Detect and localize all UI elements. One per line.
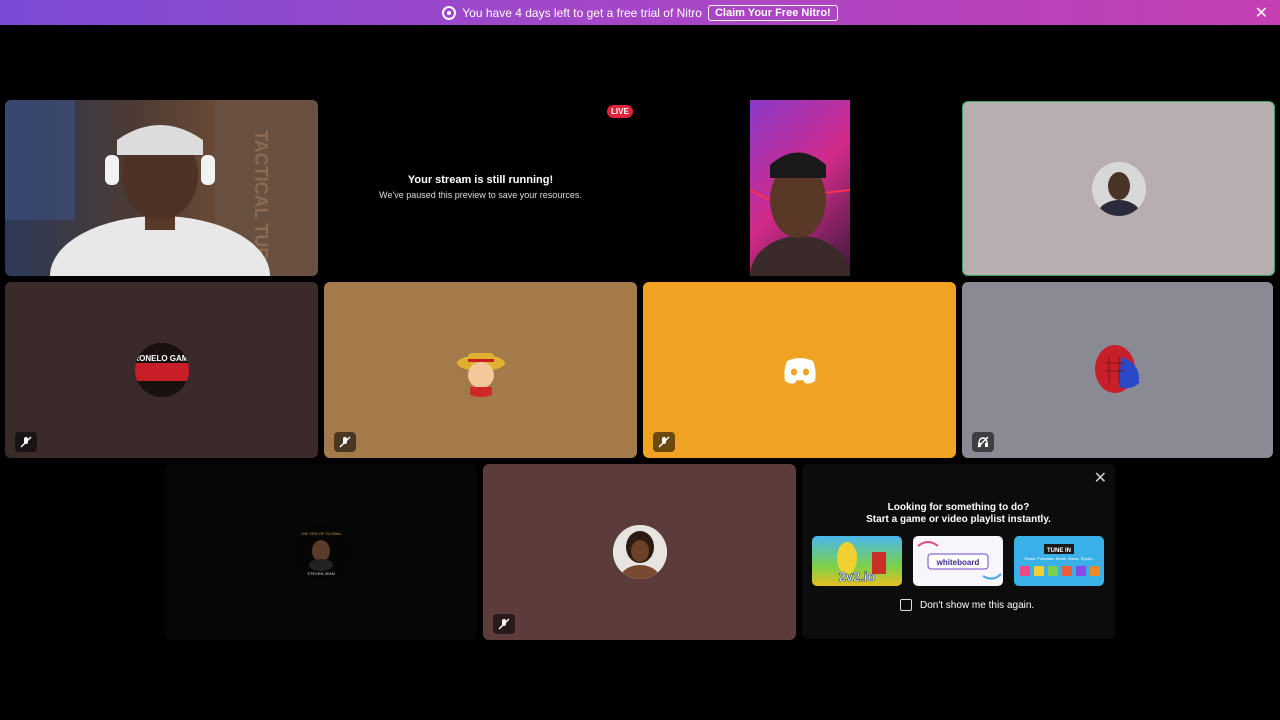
- close-icon[interactable]: ✕: [1255, 3, 1268, 23]
- avatar: [1091, 161, 1146, 216]
- activity-heading: Looking for something to do?: [887, 502, 1030, 513]
- claim-nitro-button[interactable]: Claim Your Free Nitro!: [707, 4, 838, 21]
- activity-card-tunein[interactable]: TUNE IN Radio. Podcasts. Music. News. Sp…: [1014, 536, 1104, 586]
- activity-card-whiteboard[interactable]: whiteboard: [913, 536, 1003, 586]
- participant-tile[interactable]: [324, 282, 637, 458]
- avatar: THE CEO OF GLOBAL STEVEN JEAN: [293, 525, 348, 579]
- nitro-banner: You have 4 days left to get a free trial…: [0, 0, 1280, 25]
- dont-show-again-option[interactable]: Don't show me this again.: [900, 599, 1034, 611]
- avatar: [612, 525, 667, 579]
- video-tile-webcam[interactable]: TACTICAL TURKEY: [5, 100, 318, 276]
- participant-tile[interactable]: THE CEO OF GLOBAL STEVEN JEAN: [164, 464, 477, 640]
- avatar: [1090, 343, 1145, 397]
- ceo-logo-text: THE CEO OF GLOBAL: [300, 531, 342, 536]
- activity-suggestion-panel: ✕ Looking for something to do? Start a g…: [802, 464, 1115, 639]
- activity-card-2v2[interactable]: 2v2.io: [812, 536, 902, 586]
- mic-muted-icon: [15, 432, 37, 452]
- headphones-deafened-icon: [972, 432, 994, 452]
- ceo-logo-subtext: STEVEN JEAN: [307, 571, 334, 576]
- portrait-video-feed: [750, 152, 850, 276]
- video-tile-portrait[interactable]: [750, 100, 850, 276]
- card-tunein-label: TUNE IN: [1047, 548, 1071, 554]
- stream-paused-subtitle: We've paused this preview to save your r…: [379, 190, 582, 200]
- stream-paused-title: Your stream is still running!: [407, 174, 554, 186]
- mic-muted-icon: [334, 432, 356, 452]
- nitro-icon: [442, 5, 457, 20]
- nitro-banner-text: You have 4 days left to get a free trial…: [462, 5, 702, 20]
- participant-tile[interactable]: [962, 282, 1273, 458]
- activity-subheading: Start a game or video playlist instantly…: [866, 514, 1051, 525]
- participant-tile-speaking[interactable]: [962, 101, 1275, 276]
- avatar: RONELO GAMI: [134, 343, 189, 397]
- participant-tile[interactable]: [483, 464, 796, 640]
- dont-show-again-label: Don't show me this again.: [920, 599, 1035, 611]
- card-2v2-label: 2v2.io: [839, 569, 876, 584]
- live-badge: LIVE: [607, 105, 633, 118]
- mic-muted-icon: [653, 432, 675, 452]
- avatar: [454, 343, 508, 397]
- close-icon[interactable]: ✕: [1094, 468, 1107, 488]
- card-whiteboard-label: whiteboard: [936, 558, 980, 567]
- gaming-logo-text: RONELO GAMI: [135, 354, 189, 363]
- dont-show-again-checkbox[interactable]: [900, 599, 912, 611]
- webcam-feed: TACTICAL TURKEY: [5, 100, 318, 276]
- mic-muted-icon: [493, 614, 515, 634]
- participant-tile[interactable]: [643, 282, 956, 458]
- participant-tile[interactable]: RONELO GAMI: [5, 282, 318, 458]
- card-tunein-sub: Radio. Podcasts. Music. News. Sports.: [1025, 556, 1094, 561]
- discord-icon: [783, 358, 816, 384]
- discord-default-avatar: [773, 343, 827, 397]
- stream-paused-message: Your stream is still running! We've paus…: [324, 174, 637, 200]
